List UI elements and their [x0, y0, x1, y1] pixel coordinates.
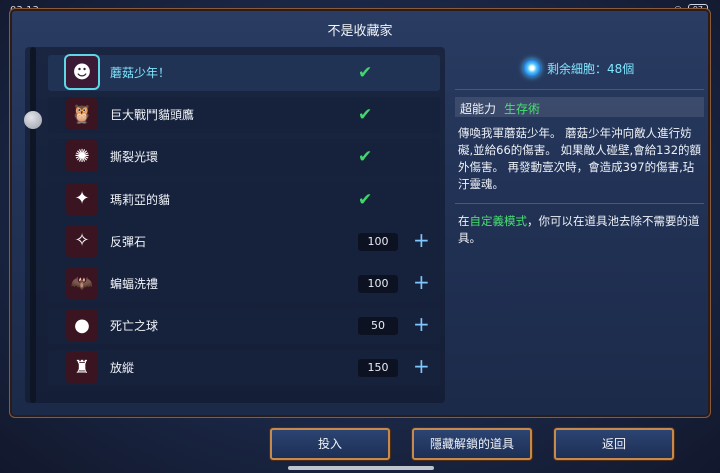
plus-icon[interactable]: +: [413, 354, 430, 378]
collector-window: 不是收藏家 ☻ 蘑菇少年！ ✔ 🦉 巨大戰鬥貓頭鷹 ✔ ✺ 撕裂光環 ✔ ✦ 瑪莉亞的貓 ✔ ✧ 反彈石 1…: [9, 8, 711, 418]
scrollbar[interactable]: [30, 47, 36, 403]
item-price: 150: [358, 359, 398, 378]
item-row[interactable]: ✺ 撕裂光環 ✔: [48, 139, 440, 176]
indulgence-icon: ♜: [66, 351, 98, 384]
item-row[interactable]: ☻ 蘑菇少年！ ✔: [48, 55, 440, 91]
page-title: 不是收藏家: [327, 24, 393, 39]
divider: [455, 203, 704, 204]
checkmark-icon: ✔: [358, 147, 373, 168]
death-ball-icon: ●: [66, 309, 98, 342]
mushroom-boy-icon: ☻: [66, 56, 98, 88]
item-row[interactable]: 🦇 蝙蝠洗禮 100 +: [48, 266, 440, 302]
hide-unlocked-button[interactable]: 隱藏解鎖的道具: [412, 428, 532, 460]
divider: [455, 89, 704, 90]
item-name: 放縱: [110, 361, 135, 376]
item-price: 100: [358, 275, 398, 293]
custom-mode-link[interactable]: 自定義模式: [470, 214, 528, 228]
item-row[interactable]: ♜ 放縱 150 +: [48, 350, 440, 387]
item-name: 瑪莉亞的貓: [110, 192, 171, 207]
back-button[interactable]: 返回: [554, 428, 674, 460]
cat-icon: ✦: [66, 182, 98, 215]
checkmark-icon: ✔: [358, 189, 373, 210]
owl-icon: 🦉: [66, 98, 98, 131]
power-label: 超能力: [460, 102, 497, 116]
plus-icon[interactable]: +: [413, 270, 430, 294]
item-name: 蘑菇少年！: [110, 66, 171, 80]
power-name: 生存術: [504, 102, 541, 116]
plus-icon[interactable]: +: [413, 312, 430, 336]
item-name: 死亡之球: [110, 319, 159, 334]
detail-panel: 剩余細胞：48個 超能力 生存術 傳喚我軍蘑菇少年。 蘑菇少年沖向敵人進行妨礙,…: [451, 47, 708, 417]
cells-text: 剩余細胞：48個: [547, 61, 635, 76]
item-row[interactable]: ✦ 瑪莉亞的貓 ✔: [48, 181, 440, 218]
plus-icon[interactable]: +: [413, 228, 430, 252]
halo-icon: ✺: [66, 140, 98, 173]
item-price: 50: [358, 317, 398, 336]
checkmark-icon: ✔: [358, 105, 373, 126]
bat-icon: 🦇: [66, 267, 98, 299]
item-row[interactable]: ✧ 反彈石 100 +: [48, 223, 440, 260]
item-name: 反彈石: [110, 234, 147, 249]
item-price: 100: [358, 232, 398, 251]
item-row[interactable]: ● 死亡之球 50 +: [48, 308, 440, 345]
item-name: 蝙蝠洗禮: [110, 277, 159, 291]
checkmark-icon: ✔: [358, 63, 373, 83]
power-header: 超能力 生存術: [455, 97, 704, 117]
scrollbar-thumb[interactable]: [24, 111, 42, 129]
item-name: 巨大戰鬥貓頭鷹: [110, 108, 195, 123]
stone-icon: ✧: [66, 224, 98, 257]
cells-counter: 剩余細胞：48個: [523, 59, 634, 77]
item-row[interactable]: 🦉 巨大戰鬥貓頭鷹 ✔: [48, 97, 440, 134]
cell-icon: [523, 59, 541, 77]
home-indicator[interactable]: [288, 466, 434, 470]
custom-mode-tip: 在自定義模式，你可以在道具池去除不需要的道具。: [458, 214, 700, 245]
item-name: 撕裂光環: [110, 150, 159, 165]
power-description: 傳喚我軍蘑菇少年。 蘑菇少年沖向敵人進行妨礙,並給66的傷害。 如果敵人碰壁,會…: [458, 126, 702, 191]
invest-button[interactable]: 投入: [270, 428, 390, 460]
